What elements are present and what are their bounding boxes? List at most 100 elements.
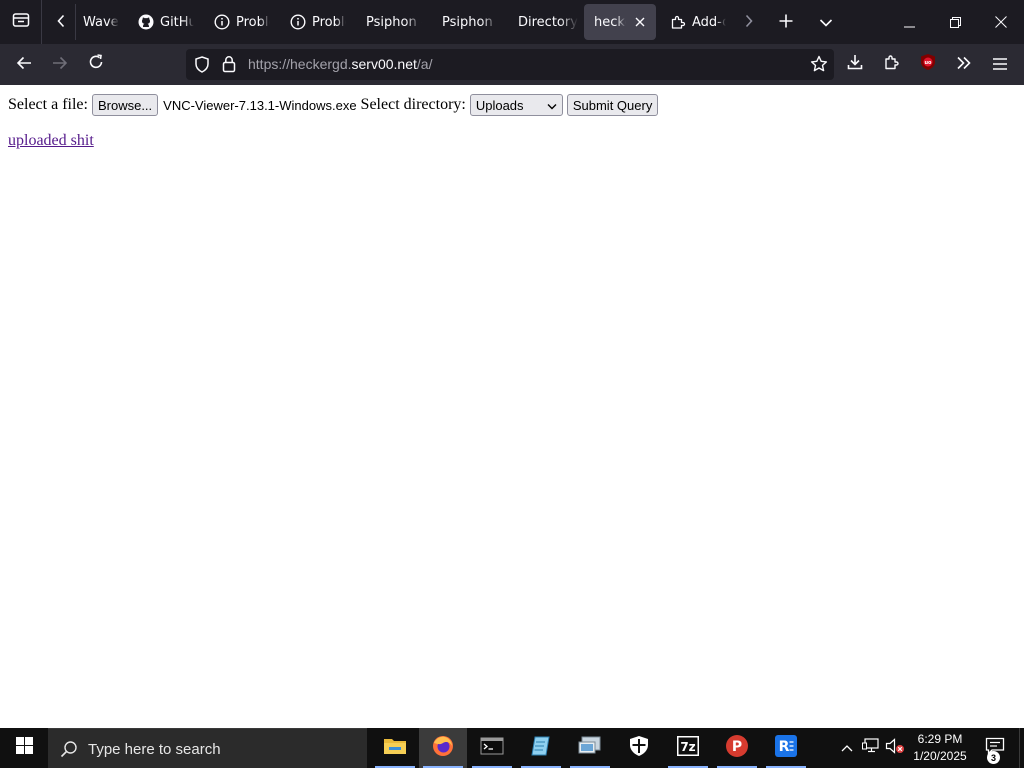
uploaded-files-link[interactable]: uploaded shit (8, 132, 94, 150)
forward-button[interactable] (44, 48, 76, 80)
minimize-window-button[interactable] (886, 0, 932, 44)
network-status-button[interactable] (860, 728, 882, 768)
clock-time: 6:29 PM (917, 732, 963, 746)
tab-problem-1[interactable]: Problem (214, 4, 270, 40)
plus-icon (779, 13, 793, 32)
chevron-right-icon (744, 13, 754, 32)
svg-text:7z: 7z (680, 740, 695, 754)
restore-window-button[interactable] (932, 0, 978, 44)
scroll-tabs-right-button[interactable] (736, 4, 762, 40)
7zip-icon: 7z (676, 735, 700, 762)
tab-add-ons[interactable]: Add-ons (670, 4, 726, 40)
list-all-tabs-button[interactable] (810, 6, 842, 38)
downloads-button[interactable] (839, 48, 871, 80)
upload-form: Select a file: Browse... VNC-Viewer-7.13… (8, 93, 659, 117)
terminal-icon (480, 736, 504, 761)
url-scheme-subdomain: https://heckergd. (248, 56, 352, 72)
browse-button[interactable]: Browse... (91, 94, 159, 116)
tab-github[interactable]: GitHub (138, 4, 194, 40)
firefox-view-button[interactable] (0, 0, 42, 44)
chevrons-right-icon (956, 55, 972, 74)
tab-title: heckergd (594, 14, 626, 30)
directory-select[interactable]: Uploads (469, 94, 563, 116)
back-button[interactable] (8, 48, 40, 80)
show-desktop-button[interactable] (1019, 728, 1024, 768)
bookmark-star-icon[interactable] (810, 55, 828, 77)
taskbar-firefox[interactable] (419, 728, 467, 768)
tab-title: Directory (518, 14, 578, 30)
taskbar-psiphon[interactable]: P (713, 728, 761, 768)
action-center-button[interactable]: 3 (976, 728, 1014, 768)
directory-select-value: Uploads (475, 97, 524, 113)
tab-title: Psiphon | (442, 14, 498, 30)
info-circle-icon (290, 14, 306, 30)
tracking-protection-shield-icon[interactable] (194, 56, 210, 77)
app-menu-button[interactable] (984, 48, 1016, 80)
select-file-label: Select a file: (8, 96, 88, 113)
tab-title: Psiphon - (366, 14, 422, 30)
address-bar[interactable]: https://heckergd.serv00.net/a/ (186, 49, 834, 80)
reload-icon (88, 54, 104, 74)
scroll-tabs-left-button[interactable] (46, 4, 76, 40)
chevron-down-icon (547, 98, 557, 113)
remote-desktop-icon (578, 735, 602, 762)
puzzle-icon (884, 54, 900, 74)
speaker-muted-icon (885, 737, 905, 759)
ublock-origin-icon: uo (919, 53, 937, 75)
taskbar-remote-desktop[interactable] (566, 728, 614, 768)
security-shield-icon (628, 735, 650, 762)
psiphon-icon: P (725, 734, 749, 763)
start-button[interactable] (0, 728, 48, 768)
tab-title: Add-ons (692, 14, 726, 30)
chevron-left-icon (56, 13, 66, 32)
submit-query-button[interactable]: Submit Query (566, 94, 659, 116)
url-path: /a/ (416, 56, 433, 72)
url-text[interactable]: https://heckergd.serv00.net/a/ (248, 56, 432, 72)
extensions-button[interactable] (876, 48, 908, 80)
github-icon (138, 14, 154, 30)
show-hidden-icons-button[interactable] (838, 728, 856, 768)
taskbar-notepad[interactable] (517, 728, 565, 768)
arrow-right-icon (52, 55, 68, 74)
more-tools-button[interactable] (948, 48, 980, 80)
new-tab-button[interactable] (770, 6, 802, 38)
volume-button[interactable] (884, 728, 906, 768)
notification-count-badge: 3 (987, 751, 1000, 764)
close-icon (995, 13, 1007, 32)
taskbar-file-explorer[interactable] (371, 728, 419, 768)
close-tab-icon[interactable] (632, 14, 648, 30)
tab-psiphon-2[interactable]: Psiphon | (442, 4, 498, 40)
search-placeholder: Type here to search (88, 741, 221, 758)
close-window-button[interactable] (978, 0, 1024, 44)
svg-text:R: R (779, 739, 790, 755)
svg-text:P: P (732, 739, 742, 755)
taskbar-windows-security[interactable] (615, 728, 663, 768)
taskbar-search-box[interactable]: Type here to search (48, 728, 367, 768)
tab-problem-2[interactable]: Problem (290, 4, 346, 40)
firefox-view-icon (12, 12, 30, 32)
minimize-icon (903, 13, 915, 32)
lock-icon[interactable] (222, 55, 236, 77)
tab-psiphon-1[interactable]: Psiphon - (366, 4, 422, 40)
page-content: Select a file: Browse... VNC-Viewer-7.13… (0, 85, 1024, 728)
tab-wave[interactable]: Wave (83, 4, 131, 40)
windows-logo-icon (15, 737, 33, 759)
puzzle-icon (670, 14, 686, 30)
rustdesk-icon: R (774, 734, 798, 763)
taskbar-terminal[interactable] (468, 728, 516, 768)
info-circle-icon (214, 14, 230, 30)
reload-button[interactable] (80, 48, 112, 80)
tab-title: Problem (312, 14, 346, 30)
svg-text:uo: uo (925, 60, 933, 66)
tab-directory[interactable]: Directory (518, 4, 578, 40)
taskbar-7zip[interactable]: 7z (664, 728, 712, 768)
url-domain: serv00.net (351, 56, 417, 72)
file-explorer-icon (383, 736, 407, 761)
ublock-origin-button[interactable]: uo (912, 48, 944, 80)
tab-heckergd-active[interactable]: heckergd (584, 4, 656, 40)
notepad-icon (529, 734, 553, 763)
taskbar-rustdesk[interactable]: R (762, 728, 810, 768)
tab-title: Problem (236, 14, 270, 30)
chevron-up-icon (841, 739, 853, 757)
taskbar-clock[interactable]: 6:29 PM 1/20/2025 (906, 731, 974, 765)
